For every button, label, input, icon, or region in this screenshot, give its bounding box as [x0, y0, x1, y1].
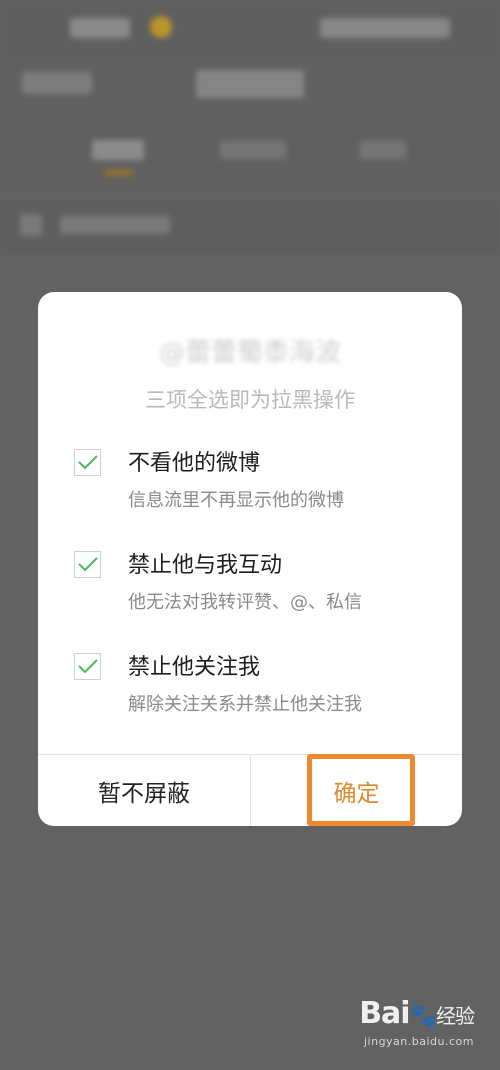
checkmark-icon	[78, 455, 98, 470]
row-icon	[20, 214, 42, 236]
watermark-url: jingyan.baidu.com	[363, 1035, 474, 1048]
tab-1	[92, 140, 144, 160]
checkbox-block-follow[interactable]	[74, 653, 101, 680]
cancel-button[interactable]: 暂不屏蔽	[38, 755, 250, 826]
checkbox-hide-weibo[interactable]	[74, 449, 101, 476]
dialog-title: @蕾蕾蜀黍海波	[158, 338, 341, 368]
status-notification-icon	[150, 16, 172, 38]
option-hide-weibo[interactable]: 不看他的微博 信息流里不再显示他的微博	[74, 445, 454, 535]
tab-3	[360, 141, 406, 159]
checkbox-block-interaction[interactable]	[74, 551, 101, 578]
dialog-subtitle: 三项全选即为拉黑操作	[145, 388, 355, 412]
paw-icon: 🐾	[409, 1004, 437, 1029]
baidu-jingyan-watermark: Bai🐾经验 jingyan.baidu.com	[359, 996, 475, 1049]
status-battery	[320, 18, 450, 38]
confirm-highlight-box	[307, 754, 415, 826]
option-block-follow[interactable]: 禁止他关注我 解除关注关系并禁止他关注我	[74, 649, 454, 739]
checkmark-icon	[78, 659, 98, 674]
watermark-logo: Bai🐾经验	[359, 996, 475, 1031]
option-description: 信息流里不再显示他的微博	[128, 490, 344, 511]
tab-underline	[104, 170, 134, 175]
option-description: 解除关注关系并禁止他关注我	[128, 694, 362, 715]
nav-title	[196, 70, 304, 98]
divider	[0, 195, 500, 197]
block-dialog: @蕾蕾蜀黍海波 三项全选即为拉黑操作 不看他的微博 信息流里不再显示他的微博 禁…	[38, 292, 462, 826]
option-block-interaction[interactable]: 禁止他与我互动 他无法对我转评赞、@、私信	[74, 547, 454, 637]
checkmark-icon	[78, 557, 98, 572]
row-text	[60, 216, 170, 234]
back-button	[22, 72, 92, 94]
option-label: 禁止他关注我	[128, 655, 261, 680]
tab-2	[220, 141, 286, 159]
option-label: 禁止他与我互动	[128, 553, 283, 578]
option-description: 他无法对我转评赞、@、私信	[128, 592, 362, 613]
option-label: 不看他的微博	[128, 451, 261, 476]
status-signal	[70, 18, 130, 38]
